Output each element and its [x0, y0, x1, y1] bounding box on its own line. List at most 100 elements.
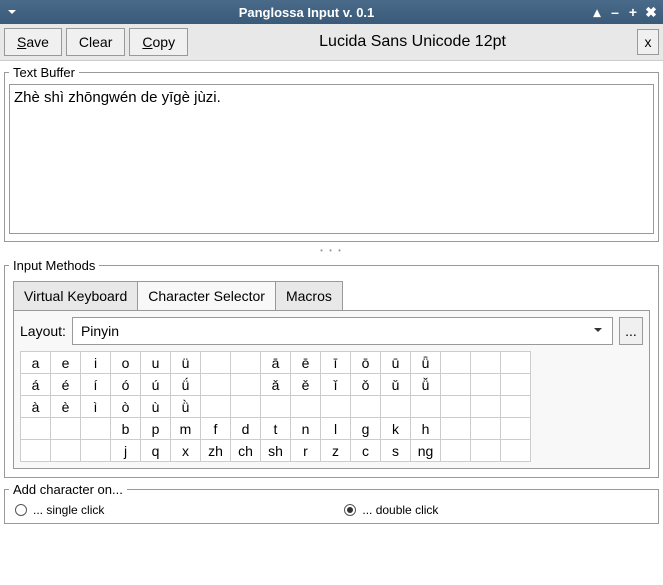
- chevron-down-icon: [592, 323, 604, 339]
- char-cell[interactable]: ǚ: [411, 374, 441, 396]
- char-cell[interactable]: ǜ: [171, 396, 201, 418]
- input-methods-legend: Input Methods: [9, 258, 99, 273]
- char-cell[interactable]: ü: [171, 352, 201, 374]
- char-cell[interactable]: d: [231, 418, 261, 440]
- splitter-grip[interactable]: • • •: [0, 246, 663, 254]
- char-cell[interactable]: à: [21, 396, 51, 418]
- char-cell[interactable]: u: [141, 352, 171, 374]
- char-cell[interactable]: ū: [381, 352, 411, 374]
- char-cell[interactable]: zh: [201, 440, 231, 462]
- char-cell[interactable]: g: [351, 418, 381, 440]
- copy-button[interactable]: Copy: [129, 28, 188, 56]
- char-cell-empty: [51, 440, 81, 462]
- char-cell[interactable]: z: [321, 440, 351, 462]
- rollup-icon[interactable]: ▴: [589, 4, 605, 20]
- char-cell[interactable]: ì: [81, 396, 111, 418]
- char-cell[interactable]: ǐ: [321, 374, 351, 396]
- char-cell-empty: [471, 396, 501, 418]
- add-character-legend: Add character on...: [9, 482, 127, 497]
- char-cell[interactable]: e: [51, 352, 81, 374]
- radio-icon: [15, 504, 27, 516]
- close-window-icon[interactable]: ✖: [643, 4, 659, 20]
- char-cell-empty: [231, 352, 261, 374]
- app-menu-icon[interactable]: [4, 4, 20, 20]
- char-cell[interactable]: ě: [291, 374, 321, 396]
- close-panel-button[interactable]: x: [637, 29, 659, 55]
- char-cell[interactable]: h: [411, 418, 441, 440]
- char-cell[interactable]: ch: [231, 440, 261, 462]
- char-cell[interactable]: t: [261, 418, 291, 440]
- char-cell[interactable]: q: [141, 440, 171, 462]
- char-cell[interactable]: í: [81, 374, 111, 396]
- radio-single-click[interactable]: ... single click: [15, 503, 104, 517]
- char-cell[interactable]: k: [381, 418, 411, 440]
- minimize-icon[interactable]: –: [607, 4, 623, 20]
- char-cell-empty: [441, 418, 471, 440]
- char-cell[interactable]: ǔ: [381, 374, 411, 396]
- char-cell[interactable]: é: [51, 374, 81, 396]
- char-cell[interactable]: ng: [411, 440, 441, 462]
- char-cell-empty: [351, 396, 381, 418]
- char-cell[interactable]: ǎ: [261, 374, 291, 396]
- char-cell[interactable]: c: [351, 440, 381, 462]
- char-cell-empty: [231, 396, 261, 418]
- layout-more-button[interactable]: ...: [619, 317, 643, 345]
- save-button[interactable]: Save: [4, 28, 62, 56]
- tab-virtual-keyboard[interactable]: Virtual Keyboard: [13, 281, 138, 310]
- char-cell-empty: [381, 396, 411, 418]
- layout-select[interactable]: Pinyin: [72, 317, 613, 345]
- char-cell[interactable]: ú: [141, 374, 171, 396]
- char-cell[interactable]: a: [21, 352, 51, 374]
- maximize-icon[interactable]: +: [625, 4, 641, 20]
- text-buffer-input[interactable]: [9, 84, 654, 234]
- char-cell[interactable]: sh: [261, 440, 291, 462]
- char-cell-empty: [471, 418, 501, 440]
- radio-double-click[interactable]: ... double click: [344, 503, 438, 517]
- char-cell[interactable]: ǘ: [171, 374, 201, 396]
- char-cell-empty: [201, 374, 231, 396]
- char-cell[interactable]: j: [111, 440, 141, 462]
- char-cell[interactable]: x: [171, 440, 201, 462]
- char-cell-empty: [21, 440, 51, 462]
- toolbar: Save Clear Copy Lucida Sans Unicode 12pt…: [0, 24, 663, 61]
- char-cell-empty: [471, 440, 501, 462]
- char-cell[interactable]: m: [171, 418, 201, 440]
- layout-label: Layout:: [20, 323, 66, 339]
- char-cell[interactable]: ō: [351, 352, 381, 374]
- char-cell-empty: [261, 396, 291, 418]
- char-cell[interactable]: è: [51, 396, 81, 418]
- char-cell[interactable]: ò: [111, 396, 141, 418]
- char-cell[interactable]: s: [381, 440, 411, 462]
- char-cell[interactable]: i: [81, 352, 111, 374]
- tab-character-selector[interactable]: Character Selector: [137, 281, 276, 310]
- char-cell[interactable]: ī: [321, 352, 351, 374]
- char-cell-empty: [501, 440, 531, 462]
- tab-macros[interactable]: Macros: [275, 281, 343, 310]
- char-cell[interactable]: l: [321, 418, 351, 440]
- char-cell-empty: [201, 396, 231, 418]
- char-cell[interactable]: f: [201, 418, 231, 440]
- char-cell-empty: [501, 352, 531, 374]
- radio-icon: [344, 504, 356, 516]
- char-cell[interactable]: ā: [261, 352, 291, 374]
- radio-single-label: ... single click: [33, 503, 104, 517]
- char-cell[interactable]: p: [141, 418, 171, 440]
- char-cell[interactable]: ē: [291, 352, 321, 374]
- char-cell[interactable]: ǒ: [351, 374, 381, 396]
- window-title: Panglossa Input v. 0.1: [26, 5, 587, 20]
- char-cell[interactable]: o: [111, 352, 141, 374]
- input-methods-tabs: Virtual Keyboard Character Selector Macr…: [13, 281, 650, 310]
- char-cell-empty: [291, 396, 321, 418]
- char-cell-empty: [441, 440, 471, 462]
- char-cell[interactable]: b: [111, 418, 141, 440]
- char-cell[interactable]: n: [291, 418, 321, 440]
- char-cell[interactable]: ǖ: [411, 352, 441, 374]
- char-cell[interactable]: á: [21, 374, 51, 396]
- char-cell[interactable]: ù: [141, 396, 171, 418]
- char-cell[interactable]: ó: [111, 374, 141, 396]
- char-cell-empty: [501, 418, 531, 440]
- char-cell-empty: [441, 396, 471, 418]
- font-label: Lucida Sans Unicode 12pt: [192, 33, 633, 51]
- char-cell[interactable]: r: [291, 440, 321, 462]
- clear-button[interactable]: Clear: [66, 28, 125, 56]
